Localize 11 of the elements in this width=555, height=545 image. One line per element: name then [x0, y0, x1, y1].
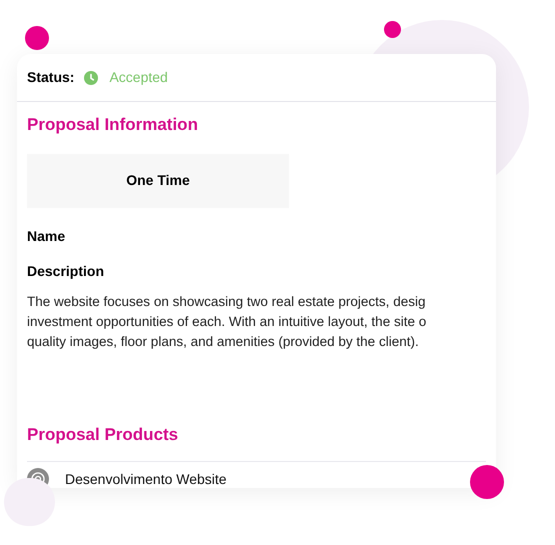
- section-title: Proposal Information: [27, 114, 199, 136]
- payment-type-tab[interactable]: One Time: [27, 154, 289, 208]
- status-value: Accepted: [109, 68, 168, 87]
- section-title: Proposal Products: [27, 424, 180, 446]
- product-name: Desenvolvimento Website: [65, 470, 227, 488]
- description-text: The website focuses on showcasing two real estate projects, desig: [27, 292, 426, 311]
- name-label: Name: [27, 226, 66, 246]
- status-label: Status:: [27, 68, 74, 87]
- description-text: quality images, floor plans, and amenities (provided by the client).: [27, 332, 419, 351]
- description-label: Description: [27, 262, 106, 281]
- description-text: investment opportunities of each. With an intuitive layout, the site o: [27, 312, 426, 331]
